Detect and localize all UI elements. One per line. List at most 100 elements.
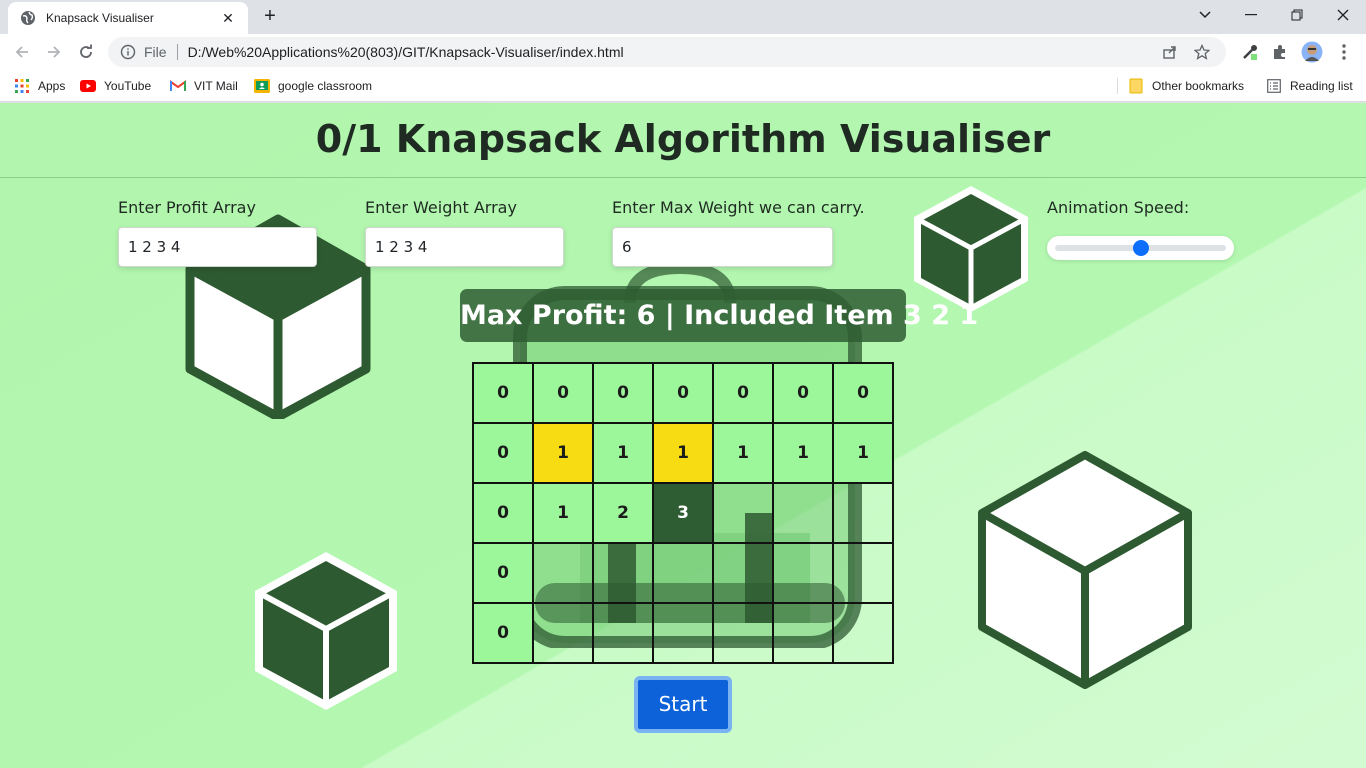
share-icon[interactable] [1158,40,1182,64]
other-bookmarks-label: Other bookmarks [1152,79,1245,93]
max-weight-input[interactable]: 6 [612,227,833,267]
dp-cell [772,542,834,604]
dp-table-row: 0123 [472,482,894,544]
bookmark-star-icon[interactable] [1190,40,1214,64]
dp-table: 00000000111111012300 [472,362,894,664]
extensions-puzzle-icon[interactable] [1268,40,1292,64]
dp-cell [532,542,594,604]
restore-icon[interactable] [1274,0,1320,30]
bookmark-vit-mail[interactable]: VIT Mail [170,76,238,96]
dp-cell [532,602,594,664]
dp-cell [832,542,894,604]
forward-icon[interactable] [42,40,66,64]
dp-cell: 0 [532,362,594,424]
dp-cell [592,542,654,604]
weight-array-input[interactable]: 1 2 3 4 [365,227,564,267]
url-separator [176,44,178,60]
dp-cell: 0 [472,422,534,484]
bookmark-label: YouTube [104,79,152,93]
dp-cell: 0 [832,362,894,424]
bookmark-youtube[interactable]: YouTube [80,76,151,96]
cube-decoration-icon [914,186,1028,312]
cube-decoration-icon [978,451,1192,689]
bookmark-apps[interactable]: Apps [14,76,65,96]
browser-tab[interactable]: Knapsack Visualiser ✕ [8,2,248,34]
reload-icon[interactable] [74,40,98,64]
tab-close-icon[interactable]: ✕ [220,10,236,27]
tab-strip: Knapsack Visualiser ✕ + [0,0,1366,34]
bookmark-divider [1117,78,1118,94]
dp-cell: 1 [772,422,834,484]
bookmark-label: google classroom [278,79,373,93]
url-text[interactable]: D:/Web%20Applications%20(803)/GIT/Knapsa… [188,44,1150,60]
result-banner: Max Profit: 6 | Included Item 3 2 1 [460,289,978,342]
dp-table-row: 0 [472,602,894,664]
profit-array-label: Enter Profit Array [118,198,256,217]
other-bookmarks[interactable]: Other bookmarks [1128,76,1244,96]
globe-icon [20,10,36,26]
weight-array-label: Enter Weight Array [365,198,517,217]
dp-cell: 1 [832,422,894,484]
dp-cell [712,482,774,544]
new-tab-button[interactable]: + [258,4,282,28]
dp-cell: 0 [472,482,534,544]
tab-search-icon[interactable] [1182,0,1228,30]
dp-table-row: 0000000 [472,362,894,424]
slider-thumb[interactable] [1132,240,1149,256]
dp-cell: 0 [472,362,534,424]
bookmark-google-classroom[interactable]: google classroom [254,76,372,96]
page-title: 0/1 Knapsack Algorithm Visualiser [315,117,1051,161]
eyedropper-extension-icon[interactable] [1238,40,1262,64]
browser-toolbar: File D:/Web%20Applications%20(803)/GIT/K… [0,34,1366,70]
dp-cell [712,542,774,604]
cube-decoration-icon [255,552,397,710]
folder-icon [1128,78,1144,94]
reading-list-label: Reading list [1290,79,1353,93]
dp-cell: 2 [592,482,654,544]
dp-cell: 0 [712,362,774,424]
profile-avatar[interactable] [1300,40,1324,64]
start-button[interactable]: Start [634,676,732,733]
tab-title: Knapsack Visualiser [46,11,154,25]
animation-speed-label: Animation Speed: [1047,198,1190,217]
dp-cell: 0 [772,362,834,424]
dp-table-row: 0111111 [472,422,894,484]
back-icon[interactable] [10,40,34,64]
dp-cell [712,602,774,664]
dp-cell [832,482,894,544]
info-icon[interactable] [120,44,136,60]
dp-cell: 1 [532,482,594,544]
bookmark-label: Apps [38,79,66,93]
page-viewport: 0/1 Knapsack Algorithm Visualiser Enter … [0,103,1366,768]
dp-cell: 0 [472,602,534,664]
gmail-icon [170,78,186,94]
bookmarks-bar: Apps YouTube VIT Mail google classroom O… [0,70,1366,102]
youtube-icon [80,78,96,94]
menu-kebab-icon[interactable] [1332,40,1356,64]
dp-cell: 1 [652,422,714,484]
dp-table-row: 0 [472,542,894,604]
dp-cell: 1 [532,422,594,484]
apps-grid-icon [14,78,30,94]
reading-list-icon [1266,78,1282,94]
dp-cell [772,482,834,544]
title-divider [0,177,1366,178]
dp-cell: 0 [652,362,714,424]
address-bar[interactable]: File D:/Web%20Applications%20(803)/GIT/K… [108,37,1226,67]
minimize-icon[interactable] [1228,0,1274,30]
dp-cell: 1 [592,422,654,484]
dp-cell: 0 [592,362,654,424]
max-weight-label: Enter Max Weight we can carry. [612,198,865,217]
dp-cell [592,602,654,664]
dp-cell [652,542,714,604]
dp-cell [832,602,894,664]
dp-cell [652,602,714,664]
profit-array-input[interactable]: 1 2 3 4 [118,227,317,267]
dp-cell: 1 [712,422,774,484]
url-scheme: File [144,44,167,60]
classroom-icon [254,78,270,94]
reading-list[interactable]: Reading list [1266,76,1353,96]
animation-speed-slider[interactable] [1047,236,1234,260]
close-window-icon[interactable] [1320,0,1366,30]
dp-cell [772,602,834,664]
